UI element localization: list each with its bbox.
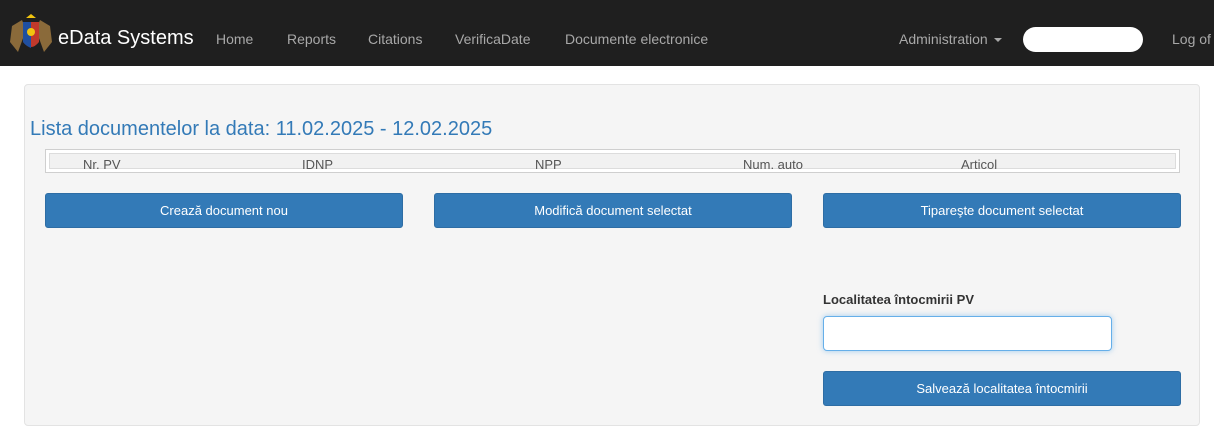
navbar: eData Systems Home Reports Citations Ver… bbox=[0, 0, 1214, 66]
brand-name[interactable]: eData Systems bbox=[58, 26, 194, 50]
nav-documente-electronice[interactable]: Documente electronice bbox=[565, 31, 708, 48]
table-header-row: Nr. PV IDNP NPP Num. auto Articol bbox=[49, 153, 1176, 172]
save-location-button[interactable]: Salvează localitatea întocmirii bbox=[823, 371, 1181, 406]
logoff-link[interactable]: Log of bbox=[1172, 31, 1211, 47]
page-title: Lista documentelor la data: 11.02.2025 -… bbox=[30, 118, 493, 140]
documents-panel: Lista documentelor la data: 11.02.2025 -… bbox=[24, 84, 1200, 426]
column-header-articol[interactable]: Articol bbox=[961, 157, 997, 172]
nav-citations[interactable]: Citations bbox=[368, 31, 422, 48]
location-input[interactable] bbox=[823, 316, 1112, 351]
administration-dropdown[interactable]: Administration bbox=[899, 31, 1002, 48]
coat-of-arms-icon bbox=[10, 14, 52, 52]
nav-verificadate[interactable]: VerificaDate bbox=[455, 31, 530, 48]
modify-document-button[interactable]: Modifică document selectat bbox=[434, 193, 792, 228]
nav-home[interactable]: Home bbox=[216, 31, 253, 48]
caret-down-icon bbox=[993, 38, 1002, 43]
documents-table: Nr. PV IDNP NPP Num. auto Articol bbox=[45, 149, 1180, 173]
location-field-label: Localitatea întocmirii PV bbox=[823, 292, 974, 307]
nav-reports[interactable]: Reports bbox=[287, 31, 336, 48]
column-header-idnp[interactable]: IDNP bbox=[302, 157, 333, 172]
create-document-button[interactable]: Crează document nou bbox=[45, 193, 403, 228]
user-name-pill[interactable] bbox=[1023, 27, 1143, 52]
administration-label: Administration bbox=[899, 31, 988, 47]
print-document-button[interactable]: Tipareşte document selectat bbox=[823, 193, 1181, 228]
column-header-num-auto[interactable]: Num. auto bbox=[743, 157, 803, 172]
column-header-nr-pv[interactable]: Nr. PV bbox=[83, 157, 121, 172]
column-header-npp[interactable]: NPP bbox=[535, 157, 562, 172]
